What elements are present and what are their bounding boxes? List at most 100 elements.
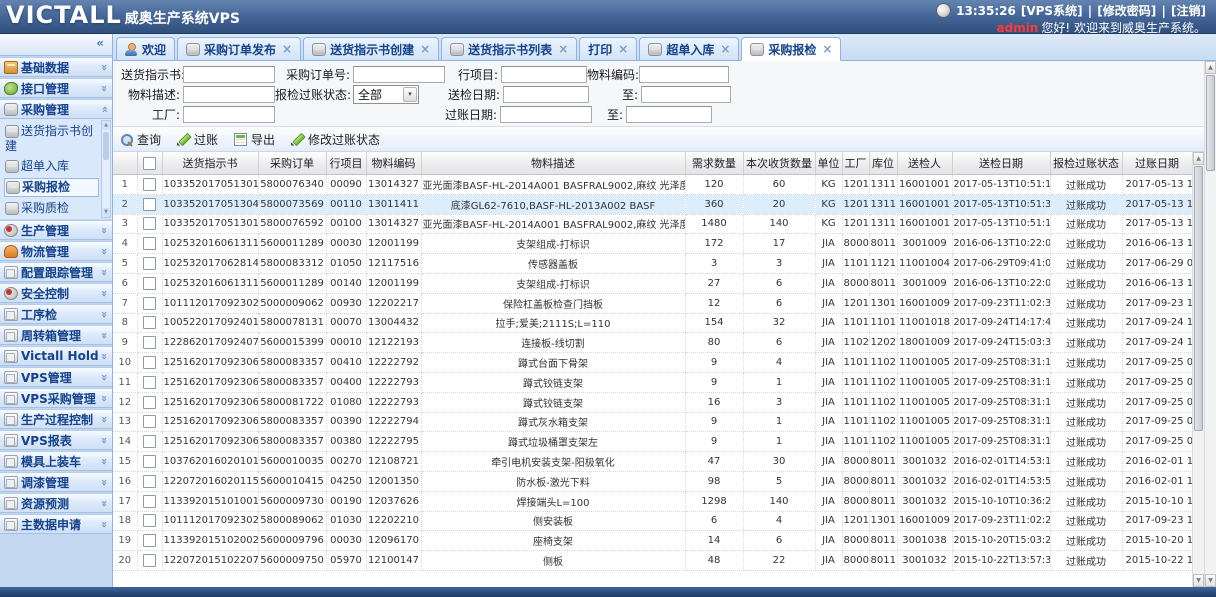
sidebar-item[interactable]: 送货指示书创建 [4, 123, 99, 155]
sidebar-group-header[interactable]: VPS采购管理» [0, 388, 112, 408]
submenu-scrollbar[interactable]: ▲▼ [101, 120, 111, 218]
table-row[interactable]: 1412516201709230658000833570038012222795… [113, 432, 1192, 452]
sidebar-item[interactable]: 采购质检 [4, 200, 99, 217]
table-row[interactable]: 410253201606131156000112890003012001199支… [113, 234, 1192, 254]
column-header[interactable]: 物料描述 [421, 152, 685, 175]
table-row[interactable]: 1012516201709230658000833570041012222792… [113, 353, 1192, 373]
table-row[interactable]: 1612207201602011556000104150425012001350… [113, 471, 1192, 491]
row-checkbox[interactable] [143, 297, 156, 310]
row-checkbox[interactable] [143, 396, 156, 409]
row-checkbox[interactable] [143, 534, 156, 547]
row-checkbox[interactable] [143, 455, 156, 468]
column-header[interactable]: 单位 [815, 152, 842, 175]
sidebar-group-header[interactable]: 工序检» [0, 304, 112, 324]
filter-input[interactable] [641, 86, 731, 103]
column-header[interactable]: 需求数量 [685, 152, 743, 175]
column-header[interactable]: 本次收货数量 [743, 152, 815, 175]
scroll-thumb[interactable] [1206, 75, 1215, 171]
filter-input[interactable] [183, 106, 275, 123]
tab[interactable]: 打印× [579, 37, 637, 60]
scroll-thumb[interactable] [103, 132, 109, 160]
row-checkbox[interactable] [143, 495, 156, 508]
collapse-icon[interactable]: « [96, 36, 104, 50]
toolbar-button[interactable]: 修改过账状态 [291, 131, 380, 148]
table-row[interactable]: 110335201705130158000763400009013014327亚… [113, 175, 1192, 195]
column-header[interactable]: 物料编码 [366, 152, 421, 175]
toolbar-button[interactable]: 导出 [234, 131, 275, 148]
table-row[interactable]: 310335201705130158000765920010013014327亚… [113, 214, 1192, 234]
table-row[interactable]: 810052201709240158000781310007013004432拉… [113, 313, 1192, 333]
scroll-down-arrow[interactable]: ▼ [1193, 574, 1204, 587]
sidebar-item[interactable]: 采购报检 [4, 178, 99, 197]
row-checkbox[interactable] [143, 415, 156, 428]
sidebar-group-header[interactable]: 调漆管理» [0, 472, 112, 492]
sidebar-group-header[interactable]: 安全控制» [0, 283, 112, 303]
sidebar-group-header[interactable]: 接口管理» [0, 78, 112, 98]
sidebar-group-header[interactable]: 配置跟踪管理» [0, 262, 112, 282]
sidebar-group-header[interactable]: 生产过程控制» [0, 409, 112, 429]
row-checkbox[interactable] [143, 316, 156, 329]
scroll-up-arrow[interactable]: ▲ [1193, 152, 1204, 165]
sidebar-group-header[interactable]: 资源预测» [0, 493, 112, 513]
sidebar-group-header[interactable]: VPS报表» [0, 430, 112, 450]
sidebar-group-header[interactable]: VPS管理» [0, 367, 112, 387]
sidebar-group-header[interactable]: 基础数据» [0, 57, 112, 77]
sidebar-item[interactable]: 超单入库 [4, 158, 99, 175]
page-scrollbar[interactable]: ▲ ▼ [1204, 61, 1216, 587]
scroll-down-arrow[interactable]: ▼ [102, 208, 110, 217]
sidebar-group-header[interactable]: 生产管理» [0, 220, 112, 240]
tab-close-icon[interactable]: × [420, 42, 430, 56]
table-scrollbar[interactable]: ▲ ▼ [1192, 152, 1204, 587]
row-checkbox[interactable] [143, 217, 156, 230]
filter-input[interactable] [353, 66, 445, 83]
table-row[interactable]: 1112516201709230658000833570040012222793… [113, 372, 1192, 392]
row-checkbox[interactable] [143, 257, 156, 270]
row-checkbox[interactable] [143, 435, 156, 448]
row-checkbox[interactable] [143, 514, 156, 527]
column-header[interactable]: 采购订单 [258, 152, 326, 175]
row-checkbox[interactable] [143, 237, 156, 250]
select-all-checkbox[interactable] [143, 157, 156, 170]
sidebar-group-header[interactable]: 周转箱管理» [0, 325, 112, 345]
header-link[interactable]: [修改密码] [1097, 4, 1160, 18]
tab[interactable]: 送货指示书列表× [441, 37, 577, 60]
header-link[interactable]: [注销] [1171, 4, 1206, 18]
tab[interactable]: 采购报检× [741, 37, 841, 61]
table-row[interactable]: 1911339201510200256000097960003012096170… [113, 531, 1192, 551]
sidebar-group-header[interactable]: 物流管理» [0, 241, 112, 261]
tab-close-icon[interactable]: × [558, 42, 568, 56]
column-header[interactable]: 报检过账状态 [1050, 152, 1122, 175]
row-checkbox[interactable] [143, 356, 156, 369]
table-row[interactable]: 210335201705130458000735690011013011411底… [113, 194, 1192, 214]
column-header[interactable]: 过账日期 [1122, 152, 1192, 175]
row-checkbox[interactable] [143, 376, 156, 389]
scroll-down-arrow[interactable]: ▼ [1205, 574, 1216, 587]
sidebar-group-header[interactable]: 主数据申请» [0, 514, 112, 534]
tab-close-icon[interactable]: × [822, 42, 832, 56]
sidebar-collapse-bar[interactable]: « [0, 34, 112, 56]
sidebar-group-header[interactable]: 模具上装车» [0, 451, 112, 471]
filter-input[interactable] [639, 66, 729, 83]
scroll-up-arrow[interactable]: ▲ [102, 121, 110, 130]
table-row[interactable]: 2012207201510220756000097500597012100147… [113, 551, 1192, 571]
table-row[interactable]: 1312516201709230658000833570039012222794… [113, 412, 1192, 432]
row-checkbox[interactable] [143, 336, 156, 349]
table-row[interactable]: 1212516201709230658000817220108012222793… [113, 392, 1192, 412]
filter-input[interactable] [501, 66, 587, 83]
tab-close-icon[interactable]: × [282, 42, 292, 56]
filter-input[interactable] [626, 106, 712, 123]
header-link[interactable]: [VPS系统] [1021, 4, 1087, 18]
row-checkbox[interactable] [143, 198, 156, 211]
tab-close-icon[interactable]: × [618, 42, 628, 56]
table-row[interactable]: 510253201706281458000833120105012117516传… [113, 254, 1192, 274]
row-checkbox[interactable] [143, 178, 156, 191]
tab[interactable]: 超单入库× [639, 37, 739, 60]
sidebar-group-header[interactable]: Victall Holding» [0, 346, 112, 366]
table-row[interactable]: 1810111201709230258000890620103012202210… [113, 511, 1192, 531]
filter-input[interactable] [183, 66, 275, 83]
scroll-thumb[interactable] [1194, 166, 1203, 431]
tab[interactable]: 送货指示书创建× [303, 37, 439, 60]
scroll-up-arrow[interactable]: ▲ [1205, 61, 1216, 74]
tab[interactable]: 采购订单发布× [177, 37, 301, 60]
row-checkbox[interactable] [143, 277, 156, 290]
